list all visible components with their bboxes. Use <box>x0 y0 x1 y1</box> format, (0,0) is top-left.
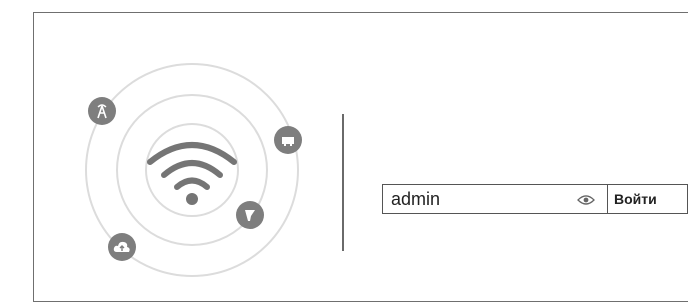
password-input[interactable] <box>391 188 571 210</box>
satellite-dish-icon <box>236 201 264 229</box>
login-button[interactable]: Войти <box>607 184 688 214</box>
login-form: Войти <box>382 184 688 214</box>
cloud-upload-icon <box>108 233 136 261</box>
antenna-tower-icon <box>88 97 116 125</box>
vertical-divider <box>342 114 344 251</box>
router-icon <box>274 126 302 154</box>
wifi-icon <box>147 142 237 205</box>
password-field[interactable] <box>382 184 607 214</box>
eye-icon[interactable] <box>577 194 595 206</box>
